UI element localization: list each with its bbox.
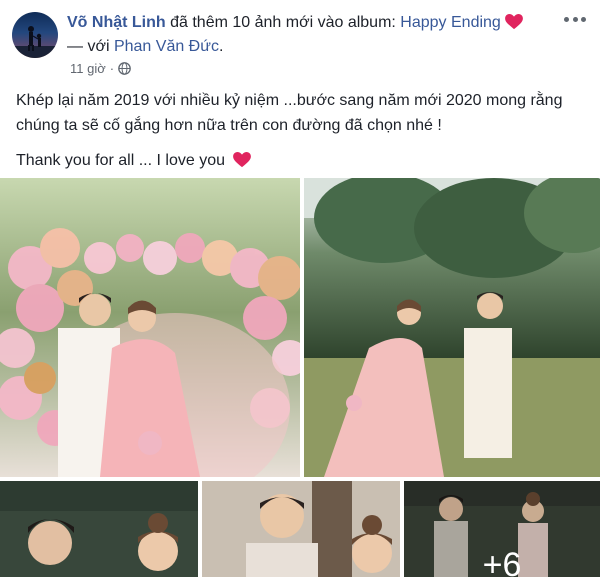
post-header: Võ Nhật Linh đã thêm 10 ảnh mới vào albu… bbox=[0, 0, 600, 86]
post-text-line-1: Khép lại năm 2019 với nhiều kỷ niệm ...b… bbox=[16, 92, 563, 134]
photo-forest-couple-closeup[interactable] bbox=[0, 481, 198, 577]
photo-balloon-couple[interactable] bbox=[0, 178, 300, 477]
globe-icon[interactable] bbox=[118, 62, 131, 75]
photo-couple-standing[interactable]: +6 bbox=[404, 481, 600, 577]
with-prefix: — với bbox=[67, 38, 110, 55]
post-header-text: Võ Nhật Linh đã thêm 10 ảnh mới vào albu… bbox=[67, 11, 567, 59]
more-dot-icon bbox=[581, 16, 586, 22]
post-action-text: đã thêm 10 ảnh mới vào album: bbox=[170, 14, 396, 31]
author-avatar[interactable] bbox=[12, 12, 58, 58]
photo-forest-walk[interactable] bbox=[304, 178, 600, 477]
more-photos-count: +6 bbox=[483, 546, 522, 577]
more-dot-icon bbox=[564, 16, 569, 22]
post-meta: 11 giờ · bbox=[70, 61, 131, 76]
photo-smiling-couple[interactable] bbox=[202, 481, 400, 577]
post-timestamp[interactable]: 11 giờ bbox=[70, 61, 106, 76]
photo-grid: +6 bbox=[0, 178, 600, 577]
meta-separator: · bbox=[109, 61, 115, 76]
post-text-line-2-text: Thank you for all ... I love you bbox=[16, 152, 225, 169]
heart-icon bbox=[233, 152, 252, 168]
post-body: Khép lại năm 2019 với nhiều kỷ niệm ...b… bbox=[16, 88, 586, 183]
more-dot-icon bbox=[572, 16, 578, 22]
author-name-link[interactable]: Võ Nhật Linh bbox=[67, 14, 166, 31]
post-text-line-2: Thank you for all ... I love you bbox=[16, 148, 586, 173]
more-options-button[interactable] bbox=[564, 10, 586, 28]
tag-period: . bbox=[218, 38, 224, 55]
heart-icon bbox=[504, 14, 523, 30]
album-link[interactable]: Happy Ending bbox=[400, 14, 501, 31]
tagged-person-link[interactable]: Phan Văn Đức bbox=[114, 38, 219, 55]
